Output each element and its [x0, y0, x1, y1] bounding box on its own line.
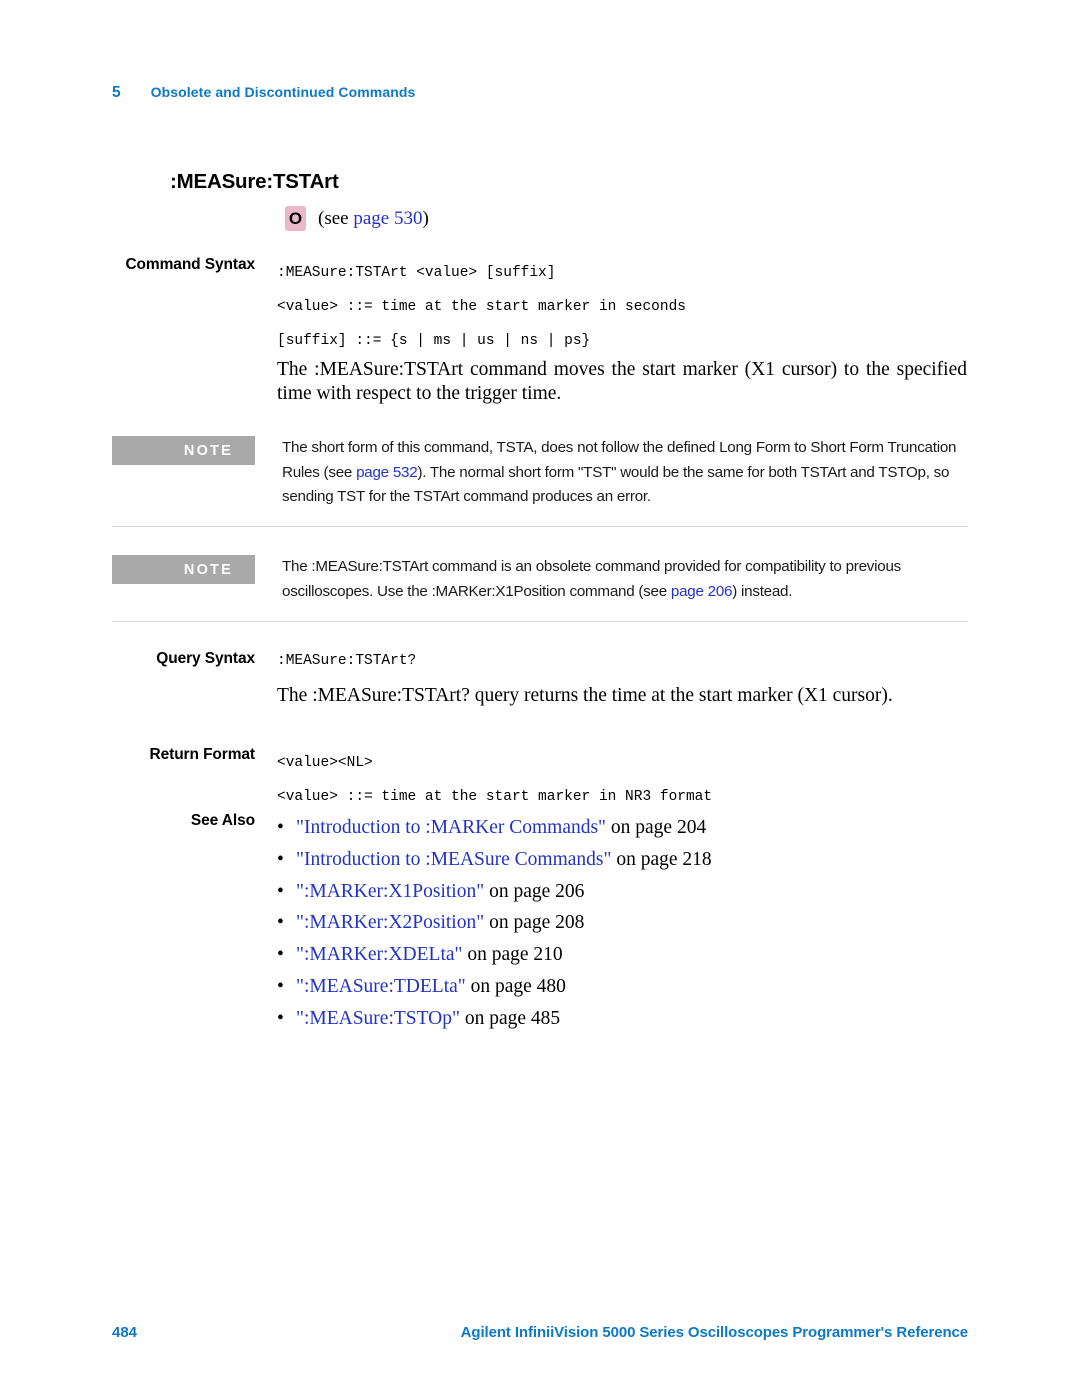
note-badge: NOTE: [112, 436, 255, 465]
see-also-label: See Also: [190, 812, 255, 829]
document-page: 5 Obsolete and Discontinued Commands :ME…: [0, 0, 1080, 1397]
list-item[interactable]: • ":MARKer:X1Position" on page 206: [277, 876, 968, 908]
bullet-icon: •: [277, 975, 284, 997]
bullet-icon: •: [277, 912, 284, 934]
note-block-truncation: NOTE The short form of this command, TST…: [112, 436, 968, 527]
list-item[interactable]: • "Introduction to :MARKer Commands" on p…: [277, 812, 968, 844]
list-item[interactable]: • ":MEASure:TDELta" on page 480: [277, 971, 968, 1003]
note-2-text: The :MEASure:TSTArt command is an obsole…: [282, 555, 968, 604]
obsolete-see-reference: (see page 530): [318, 208, 429, 230]
note-badge-label: NOTE: [183, 561, 233, 578]
return-format-body: <value><NL> <value> ::= time at the star…: [277, 746, 968, 814]
bullet-icon: •: [277, 1007, 284, 1029]
see-also-list: • "Introduction to :MARKer Commands" on p…: [277, 812, 968, 1035]
see-also-page: on page 204: [606, 817, 707, 838]
return-format-line-1: <value><NL>: [277, 755, 373, 771]
chapter-title: Obsolete and Discontinued Commands: [150, 84, 416, 100]
page-title: :MEASure:TSTArt: [170, 170, 339, 193]
see-also-link[interactable]: "Introduction to :MARKer Commands": [296, 817, 606, 838]
note-1-page-link[interactable]: page 532: [356, 464, 418, 481]
note-2-page-link[interactable]: page 206: [671, 583, 733, 600]
command-description-section: The :MEASure:TSTArt command moves the st…: [112, 358, 968, 406]
see-also-page: on page 485: [459, 1007, 561, 1029]
list-item[interactable]: • "Introduction to :MEASure Commands" on …: [277, 844, 968, 876]
list-item[interactable]: • ":MARKer:X2Position" on page 208: [277, 907, 968, 939]
see-also-page: on page 206: [484, 880, 585, 902]
command-syntax-label: Command Syntax: [125, 256, 255, 273]
see-also-link[interactable]: "Introduction to :MEASure Commands": [296, 849, 611, 870]
note-2-text-part-2: ) instead.: [732, 582, 793, 600]
see-also-page: on page 480: [465, 975, 566, 997]
see-also-link[interactable]: ":MARKer:X1Position": [296, 881, 484, 902]
list-item[interactable]: • ":MEASure:TSTOp" on page 485: [277, 1003, 968, 1035]
obsolete-marker-row: O (see page 530): [285, 206, 429, 231]
see-also-link[interactable]: ":MEASure:TSTOp": [296, 1008, 460, 1029]
return-format-section: Return Format <value><NL> <value> ::= ti…: [112, 746, 968, 814]
command-syntax-line-3: [suffix] ::= {s | ms | us | ns | ps}: [277, 333, 591, 349]
see-also-link[interactable]: ":MARKer:XDELta": [296, 944, 462, 965]
see-also-body: • "Introduction to :MARKer Commands" on p…: [277, 812, 968, 1035]
obsolete-badge-icon: O: [285, 206, 306, 231]
see-also-link[interactable]: ":MEASure:TDELta": [296, 976, 466, 997]
command-syntax-line-2: <value> ::= time at the start marker in …: [277, 299, 686, 315]
see-also-section: See Also • "Introduction to :MARKer Comma…: [112, 812, 968, 1035]
return-format-label: Return Format: [149, 746, 256, 763]
note-2-text-part-1: The :MEASure:TSTArt command is an obsole…: [282, 558, 901, 600]
note-2-separator: [112, 621, 968, 622]
running-header: 5 Obsolete and Discontinued Commands: [112, 84, 415, 102]
command-description-text: The :MEASure:TSTArt command moves the st…: [277, 359, 967, 404]
note-1-separator: [112, 526, 968, 527]
bullet-icon: •: [277, 817, 284, 838]
note-badge: NOTE: [112, 555, 255, 584]
see-suffix-text: ): [422, 207, 429, 229]
see-also-page: on page 208: [484, 912, 585, 934]
command-syntax-line-1: :MEASure:TSTArt <value> [suffix]: [277, 265, 556, 281]
command-syntax-body: :MEASure:TSTArt <value> [suffix] <value>…: [277, 256, 968, 358]
return-format-line-2: <value> ::= time at the start marker in …: [277, 789, 713, 805]
note-block-obsolete: NOTE The :MEASure:TSTArt command is an o…: [112, 555, 968, 622]
command-syntax-section: Command Syntax :MEASure:TSTArt <value> […: [112, 256, 968, 358]
query-syntax-body: :MEASure:TSTArt?: [277, 650, 968, 672]
chapter-number: 5: [112, 84, 121, 101]
see-page-number-link[interactable]: 530: [394, 208, 423, 229]
see-prefix-text: (see: [318, 207, 354, 229]
list-item[interactable]: • ":MARKer:XDELta" on page 210: [277, 939, 968, 971]
note-badge-label: NOTE: [183, 442, 233, 459]
see-also-page: on page 210: [462, 944, 563, 966]
see-also-page: on page 218: [611, 848, 712, 870]
bullet-icon: •: [277, 880, 284, 902]
see-page-link[interactable]: page: [353, 208, 389, 229]
query-syntax-section: Query Syntax :MEASure:TSTArt?: [112, 650, 968, 672]
query-syntax-line: :MEASure:TSTArt?: [277, 653, 417, 669]
bullet-icon: •: [277, 944, 284, 966]
note-1-text: The short form of this command, TSTA, do…: [282, 436, 968, 510]
footer-page-number: 484: [112, 1324, 138, 1341]
see-also-link[interactable]: ":MARKer:X2Position": [296, 912, 484, 933]
query-description-section: The :MEASure:TSTArt? query returns the t…: [112, 684, 968, 708]
page-footer: 484 Agilent InfiniiVision 5000 Series Os…: [112, 1324, 968, 1341]
query-description-text: The :MEASure:TSTArt? query returns the t…: [277, 685, 893, 706]
query-syntax-label: Query Syntax: [156, 650, 255, 667]
footer-document-title: Agilent InfiniiVision 5000 Series Oscill…: [460, 1324, 968, 1341]
bullet-icon: •: [277, 848, 284, 870]
